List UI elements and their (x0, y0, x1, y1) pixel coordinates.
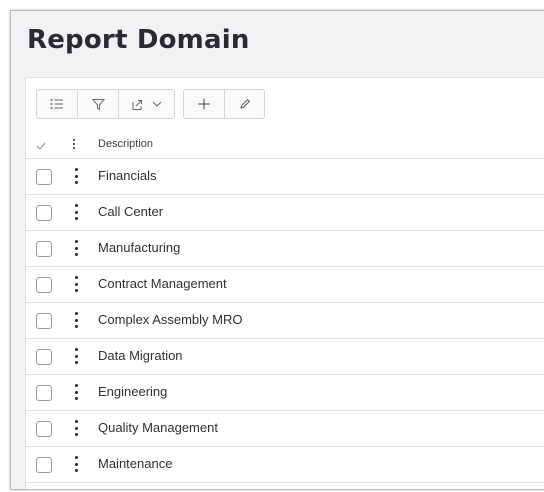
edit-icon (239, 98, 251, 110)
page-title: Report Domain (27, 25, 250, 55)
filter-icon (91, 98, 105, 111)
row-more-icon[interactable] (74, 276, 78, 292)
edit-button[interactable] (225, 90, 264, 118)
select-all-check-icon[interactable] (36, 139, 54, 153)
row-more-icon[interactable] (74, 312, 78, 328)
row-checkbox[interactable] (36, 313, 52, 329)
table-row[interactable]: Data Migration (26, 339, 544, 375)
row-checkbox[interactable] (36, 169, 52, 185)
row-checkbox[interactable] (36, 205, 52, 221)
row-more-icon[interactable] (74, 168, 78, 184)
table-row[interactable]: Contract Management (26, 267, 544, 303)
add-button[interactable] (184, 90, 225, 118)
row-more-icon[interactable] (74, 348, 78, 364)
row-description: Call Center (98, 204, 164, 219)
toolbar-edit-group (183, 89, 265, 119)
row-more-icon[interactable] (74, 384, 78, 400)
table-row[interactable]: Call Center (26, 195, 544, 231)
row-description: Engineering (98, 384, 168, 399)
row-description: Financials (98, 168, 157, 183)
table-body: Financials Call Center Manufacturing Con… (26, 159, 544, 483)
column-header-description[interactable]: Description (98, 138, 153, 150)
row-checkbox[interactable] (36, 421, 52, 437)
list-icon (50, 98, 64, 110)
table-row[interactable]: Quality Management (26, 411, 544, 447)
table-header: Description (26, 132, 544, 159)
row-checkbox[interactable] (36, 457, 52, 473)
row-checkbox[interactable] (36, 385, 52, 401)
row-description: Maintenance (98, 456, 173, 471)
row-description: Contract Management (98, 276, 227, 291)
filter-button[interactable] (78, 90, 119, 118)
row-more-icon[interactable] (74, 420, 78, 436)
plus-icon (198, 98, 210, 110)
report-domain-window: Report Domain Description Financials Cal… (10, 10, 544, 490)
row-checkbox[interactable] (36, 277, 52, 293)
table-panel: Description Financials Call Center Manuf… (25, 77, 544, 489)
row-description: Quality Management (98, 420, 218, 435)
table-row[interactable]: Complex Assembly MRO (26, 303, 544, 339)
table-row[interactable]: Manufacturing (26, 231, 544, 267)
table-row[interactable]: Engineering (26, 375, 544, 411)
row-checkbox[interactable] (36, 241, 52, 257)
row-more-icon[interactable] (74, 240, 78, 256)
row-checkbox[interactable] (36, 349, 52, 365)
header-more-icon[interactable] (72, 137, 80, 155)
chevron-down-icon (152, 101, 162, 107)
row-description: Manufacturing (98, 240, 181, 255)
table-row[interactable]: Maintenance (26, 447, 544, 483)
row-description: Data Migration (98, 348, 183, 363)
list-view-button[interactable] (37, 90, 78, 118)
row-description: Complex Assembly MRO (98, 312, 243, 327)
row-more-icon[interactable] (74, 456, 78, 472)
export-dropdown-button[interactable] (119, 90, 174, 118)
toolbar-view-group (36, 89, 175, 119)
row-more-icon[interactable] (74, 204, 78, 220)
export-icon (131, 98, 144, 111)
table-row[interactable]: Financials (26, 159, 544, 195)
